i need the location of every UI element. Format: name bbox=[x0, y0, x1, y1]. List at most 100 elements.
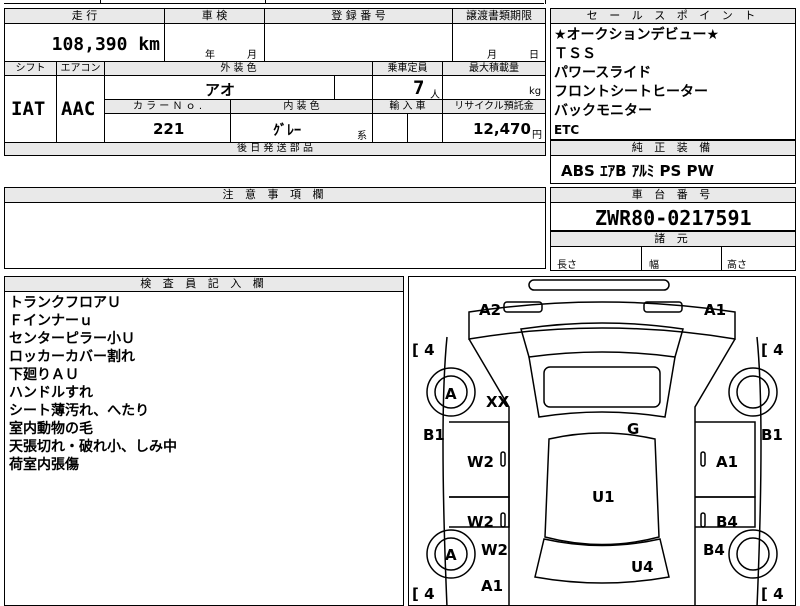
door-handle-right-rear bbox=[700, 512, 706, 528]
damage-mark: A bbox=[445, 546, 457, 564]
sales-point-item: バックモニター bbox=[554, 103, 652, 119]
max-load-unit: kg bbox=[529, 86, 542, 97]
dimension-height-label: 高さ bbox=[727, 260, 747, 271]
dimension-width-label: 幅 bbox=[649, 260, 659, 271]
damage-mark: W2 bbox=[467, 513, 494, 531]
inspector-line: 下廻りＡＵ bbox=[9, 367, 79, 383]
registration-header: 登 録 番 号 bbox=[265, 9, 453, 24]
exterior-color-header: 外 装 色 bbox=[105, 62, 373, 76]
transfer-deadline-cell: 月 日 bbox=[453, 24, 545, 62]
dimension-length-label: 長さ bbox=[557, 260, 577, 271]
capacity-value: 7 bbox=[413, 77, 425, 99]
capacity-unit: 人 bbox=[430, 90, 440, 101]
dimensions-header: 諸 元 bbox=[551, 232, 795, 247]
dimensions-panel: 諸 元 長さ 幅 高さ bbox=[550, 231, 796, 271]
sales-point-item: パワースライド bbox=[554, 65, 652, 81]
damage-mark: B1 bbox=[423, 426, 445, 444]
exterior-color-extra bbox=[335, 76, 373, 100]
shift-value: IAT bbox=[11, 98, 46, 120]
transfer-day-label: 日 bbox=[529, 50, 539, 61]
shift-header: シフト bbox=[5, 62, 57, 76]
exterior-color-cell: アオ bbox=[105, 76, 335, 100]
right-front-wheel bbox=[728, 367, 778, 417]
car-diagram-panel: [ 4 [ 4 [ 4 [ 4 A2 A1 A XX B1 G B1 W2 A1… bbox=[408, 276, 796, 606]
inspector-panel: 検 査 員 記 入 欄 トランクフロアＵ Ｆインナーｕ センターピラー小Ｕ ロッ… bbox=[4, 276, 404, 606]
front-bumper bbox=[528, 279, 670, 291]
sales-point-item: ETC bbox=[554, 123, 580, 137]
capacity-header: 乗車定員 bbox=[373, 62, 443, 76]
right-rear-wheel-inner bbox=[736, 537, 770, 571]
color-no-header: カ ラ ー Ｎ ｏ . bbox=[105, 100, 231, 114]
roof-panel bbox=[543, 366, 661, 408]
damage-mark: A1 bbox=[704, 301, 726, 319]
color-no-value: 221 bbox=[153, 120, 185, 138]
exterior-color-value: アオ bbox=[205, 81, 236, 99]
sales-point-item: フロントシートヒーター bbox=[554, 84, 708, 100]
inspector-line: 室内動物の毛 bbox=[9, 421, 93, 437]
inspector-line: トランクフロアＵ bbox=[9, 295, 121, 311]
dimensions-divider bbox=[641, 247, 642, 271]
inspection-year-label: 年 bbox=[205, 50, 215, 61]
recycle-header: リサイクル預託金 bbox=[443, 100, 545, 114]
mileage-header: 走 行 bbox=[5, 9, 165, 24]
inspection-month-label: 月 bbox=[247, 50, 257, 61]
damage-mark: W2 bbox=[467, 453, 494, 471]
door-handle-left-rear bbox=[500, 512, 506, 528]
inspector-line: センターピラー小Ｕ bbox=[9, 331, 135, 347]
body-inner-right bbox=[694, 338, 736, 605]
transfer-month-label: 月 bbox=[487, 50, 497, 61]
recycle-unit: 円 bbox=[532, 130, 542, 141]
import-header: 輸 入 車 bbox=[373, 100, 443, 114]
damage-mark: B4 bbox=[716, 513, 738, 531]
import-cell-b bbox=[408, 114, 443, 143]
inspector-line: シート薄汚れ、へたり bbox=[9, 403, 150, 419]
registration-cell bbox=[265, 24, 453, 62]
top-strip-divider bbox=[265, 0, 266, 4]
damage-mark: A1 bbox=[716, 453, 738, 471]
tire-tread-left-top: [ 4 bbox=[412, 341, 435, 359]
damage-mark: G bbox=[627, 420, 639, 438]
mileage-cell: 108,390 km bbox=[5, 24, 165, 62]
equipment-value: ABS ｴｱB ｱﾙﾐ PS PW bbox=[561, 162, 715, 180]
damage-mark: U4 bbox=[631, 558, 654, 576]
recycle-cell: 12,470 円 bbox=[443, 114, 545, 143]
body-outline-front bbox=[468, 301, 736, 340]
max-load-cell: kg bbox=[443, 76, 545, 100]
inspector-line: Ｆインナーｕ bbox=[9, 313, 93, 329]
chassis-panel: 車 台 番 号 ZWR80-0217591 bbox=[550, 187, 796, 231]
inspector-header: 検 査 員 記 入 欄 bbox=[5, 277, 403, 292]
equipment-panel: 純 正 装 備 ABS ｴｱB ｱﾙﾐ PS PW bbox=[550, 140, 796, 184]
sales-point-item: ＴＳＳ bbox=[554, 46, 596, 62]
tire-tread-right-bottom: [ 4 bbox=[761, 585, 784, 603]
sales-points-panel: セ ー ル ス ポ イ ン ト ★オークションデビュー★ ＴＳＳ パワースライド… bbox=[550, 8, 796, 140]
vehicle-info-table: 走 行 車 検 登 録 番 号 譲渡書類期限 108,390 km 年 月 月 … bbox=[4, 8, 546, 156]
inspector-line: 天張切れ・破れ小、しみ中 bbox=[9, 439, 177, 455]
recycle-value: 12,470 bbox=[473, 120, 531, 138]
tire-tread-right-top: [ 4 bbox=[761, 341, 784, 359]
inspection-header: 車 検 bbox=[165, 9, 265, 24]
door-handle-left-front bbox=[500, 451, 506, 467]
interior-color-unit: 系 bbox=[357, 131, 367, 142]
tire-tread-left-bottom: [ 4 bbox=[412, 585, 435, 603]
right-front-wheel-inner bbox=[736, 375, 770, 409]
interior-color-cell: ｸﾞﾚｰ 系 bbox=[231, 114, 373, 143]
body-inner-left bbox=[468, 338, 510, 605]
later-parts-header: 後 日 発 送 部 品 bbox=[5, 143, 545, 155]
damage-mark: A1 bbox=[481, 577, 503, 595]
damage-mark: A2 bbox=[479, 301, 501, 319]
sales-points-list: ★オークションデビュー★ ＴＳＳ パワースライド フロントシートヒーター バック… bbox=[551, 26, 719, 140]
sales-point-item: ★オークションデビュー★ bbox=[554, 27, 720, 43]
top-strip-divider bbox=[100, 0, 101, 4]
color-no-cell: 221 bbox=[105, 114, 231, 143]
chassis-header: 車 台 番 号 bbox=[551, 188, 795, 203]
chassis-number: ZWR80-0217591 bbox=[595, 206, 752, 230]
car-diagram: [ 4 [ 4 [ 4 [ 4 A2 A1 A XX B1 G B1 W2 A1… bbox=[412, 279, 784, 605]
notes-header: 注 意 事 項 欄 bbox=[5, 188, 545, 203]
top-strip-line bbox=[4, 3, 544, 4]
notes-panel: 注 意 事 項 欄 bbox=[4, 187, 546, 269]
inspector-line: ハンドルすれ bbox=[9, 385, 93, 401]
door-handle-right-front bbox=[700, 451, 706, 467]
transfer-deadline-header: 譲渡書類期限 bbox=[453, 9, 545, 24]
ac-header: エアコン bbox=[57, 62, 105, 76]
damage-mark: B4 bbox=[703, 541, 725, 559]
